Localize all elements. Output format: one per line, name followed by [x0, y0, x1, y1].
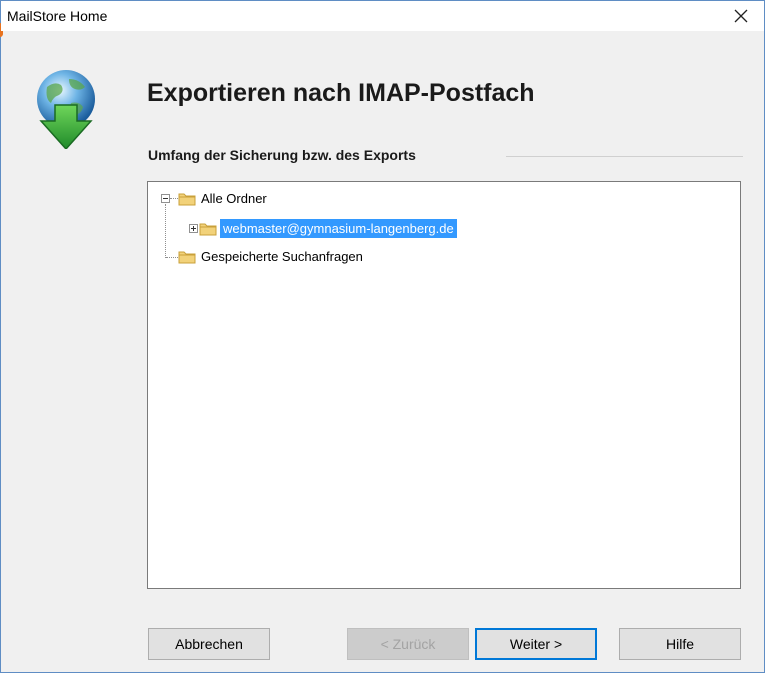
globe-download-icon [37, 70, 95, 149]
folder-icon [178, 193, 196, 206]
back-button[interactable]: < Zurück [347, 628, 469, 660]
cancel-button[interactable]: Abbrechen [148, 628, 270, 660]
close-button[interactable] [726, 3, 756, 29]
folder-icon [199, 223, 217, 236]
tree-node-mailbox[interactable]: webmaster@gymnasium-langenberg.de [220, 219, 457, 238]
dialog-window: MailStore Home Exportieren nach IMAP-Pos… [0, 0, 765, 673]
tree-connector [165, 204, 167, 258]
group-divider [506, 156, 743, 157]
tree-connector [166, 257, 178, 259]
help-button[interactable]: Hilfe [619, 628, 741, 660]
window-title: MailStore Home [7, 8, 108, 24]
tree-connector [170, 198, 178, 200]
tree-node-all-folders[interactable]: Alle Ordner [198, 189, 270, 208]
expand-toggle-mailbox[interactable] [189, 224, 198, 233]
page-title: Exportieren nach IMAP-Postfach [147, 79, 535, 107]
close-icon [734, 9, 748, 23]
folder-icon [178, 251, 196, 264]
group-label: Umfang der Sicherung bzw. des Exports [148, 147, 416, 163]
tree-node-saved-searches[interactable]: Gespeicherte Suchanfragen [198, 247, 366, 266]
folder-tree[interactable]: Alle Ordner webmaster@gymnasium-langenbe… [147, 181, 741, 589]
title-bar[interactable]: MailStore Home [1, 1, 764, 31]
collapse-toggle-all-folders[interactable] [161, 194, 170, 203]
next-button[interactable]: Weiter > [475, 628, 597, 660]
